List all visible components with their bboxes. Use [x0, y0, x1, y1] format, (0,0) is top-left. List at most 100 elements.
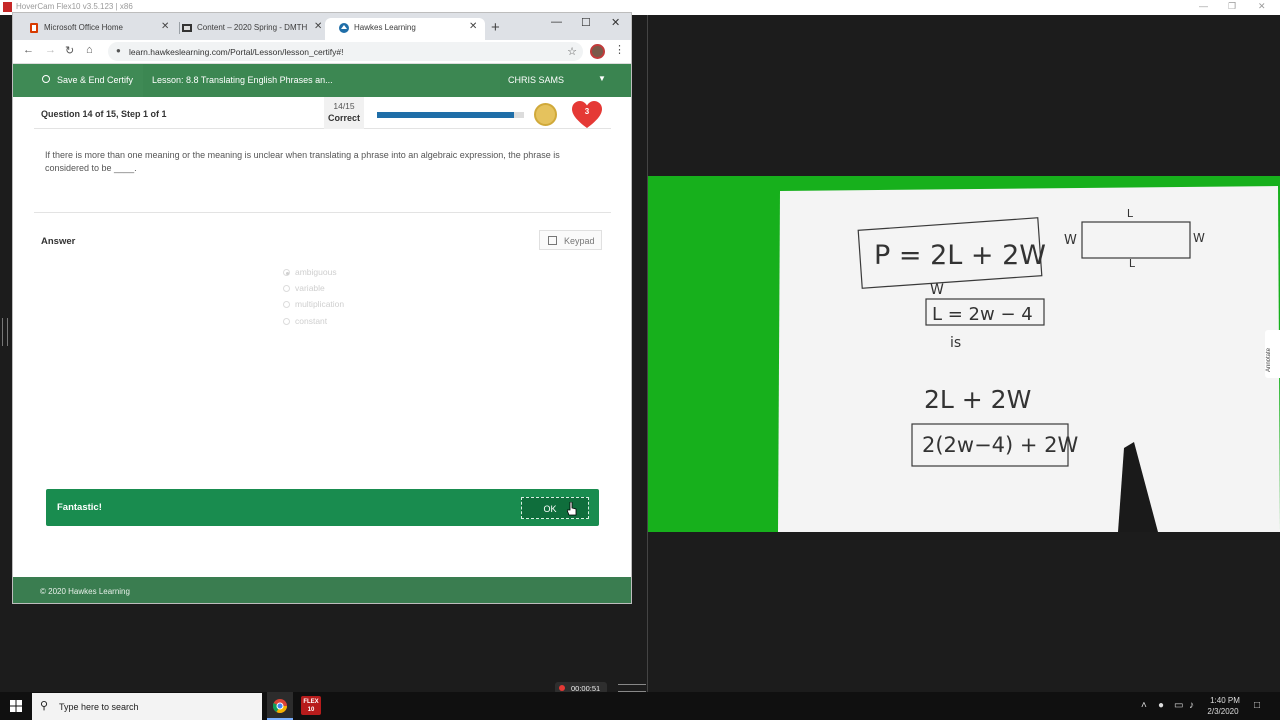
url-field[interactable]: ● learn.hawkeslearning.com/Portal/Lesson…: [108, 42, 583, 61]
address-bar: ← → ↻ ⌂ ● learn.hawkeslearning.com/Porta…: [13, 40, 631, 64]
option-label: ambiguous: [295, 267, 337, 277]
left-resize-handle[interactable]: [2, 318, 8, 346]
handwritten-notes: P = 2L + 2W L L W W W L = 2w − 4 is 2L +…: [778, 186, 1280, 532]
microphone-icon[interactable]: ●: [1158, 700, 1164, 711]
forward-icon[interactable]: →: [45, 44, 56, 56]
question-status-bar: Question 14 of 15, Step 1 of 1 14/15 Cor…: [34, 97, 611, 129]
score-fraction: 14/15: [333, 101, 355, 111]
browser-menu-icon[interactable]: ⋮: [614, 43, 625, 56]
lock-icon: ●: [116, 46, 121, 55]
keypad-icon: [548, 236, 557, 245]
ok-button[interactable]: OK: [521, 497, 589, 519]
progress-fill: [377, 112, 515, 118]
hovercam-minimize-icon[interactable]: —: [1199, 1, 1208, 11]
radio-button[interactable]: [283, 301, 290, 308]
rect-right-label: W: [1193, 231, 1205, 245]
record-dot-icon: [559, 685, 565, 691]
tab-content-spring[interactable]: Content – 2020 Spring - DMTH ✕: [168, 18, 328, 40]
user-menu[interactable]: CHRIS SAMS ▼: [500, 64, 631, 97]
progress-bar: [377, 112, 524, 118]
home-icon[interactable]: ⌂: [86, 44, 93, 56]
hovercam-restore-icon[interactable]: ❐: [1228, 1, 1236, 12]
tab-label: Microsoft Office Home: [44, 23, 123, 32]
profile-avatar[interactable]: [590, 44, 605, 59]
tab-office-home[interactable]: Microsoft Office Home ✕: [15, 18, 175, 40]
hawkes-icon: [339, 23, 349, 33]
close-tab-icon[interactable]: ✕: [469, 21, 477, 32]
save-end-label: Save & End Certify: [57, 75, 134, 85]
divider: [34, 212, 611, 213]
formula-text: P = 2L + 2W: [874, 240, 1046, 271]
chrome-icon: [273, 699, 287, 713]
taskbar-chrome-button[interactable]: [267, 692, 293, 720]
volume-icon[interactable]: ♪: [1189, 700, 1194, 711]
bookmark-star-icon[interactable]: ☆: [567, 45, 577, 58]
maximize-icon[interactable]: ☐: [581, 16, 591, 29]
clock-date[interactable]: 2/3/2020: [1203, 707, 1243, 716]
score-label: Correct: [327, 113, 360, 123]
lesson-title: Lesson: 8.8 Translating English Phrases …: [152, 75, 333, 85]
hovercam-close-icon[interactable]: ✕: [1258, 1, 1266, 12]
back-icon[interactable]: ←: [23, 44, 34, 56]
search-placeholder: Type here to search: [59, 702, 139, 712]
new-tab-icon[interactable]: +: [491, 19, 500, 36]
feedback-banner: Fantastic! OK: [46, 489, 599, 526]
save-icon: [42, 75, 50, 83]
keypad-label: Keypad: [564, 236, 595, 246]
rect-bottom-label: L: [1129, 257, 1136, 270]
search-icon: ⚲: [40, 700, 49, 712]
windows-start-icon[interactable]: [10, 700, 22, 712]
office-icon: [30, 23, 38, 33]
footer-copyright: © 2020 Hawkes Learning: [40, 587, 130, 596]
answer-label: Answer: [41, 236, 76, 247]
network-icon[interactable]: ▭: [1174, 700, 1183, 711]
user-name: CHRIS SAMS: [508, 75, 565, 85]
close-window-icon[interactable]: ✕: [611, 16, 620, 29]
browser-window: Microsoft Office Home ✕ Content – 2020 S…: [12, 12, 632, 604]
option-label: constant: [295, 316, 328, 326]
feedback-text: Fantastic!: [57, 502, 102, 513]
question-number: Question 14 of 15, Step 1 of 1: [41, 109, 167, 119]
tab-label: Content – 2020 Spring - DMTH: [197, 23, 307, 32]
hovercam-logo-icon: [3, 2, 12, 12]
url-text: learn.hawkeslearning.com/Portal/Lesson/l…: [129, 47, 344, 57]
expression-text: 2L + 2W: [924, 385, 1031, 414]
tab-label: Hawkes Learning: [354, 23, 416, 32]
heart-icon: 3: [572, 101, 602, 128]
rect-left-label: W: [1064, 233, 1077, 248]
d2l-icon: [182, 24, 192, 32]
save-end-certify-button[interactable]: Save & End Certify: [13, 64, 143, 97]
hand-cursor-icon: [567, 502, 577, 516]
minimize-icon[interactable]: —: [551, 16, 562, 28]
keypad-button[interactable]: Keypad: [539, 230, 602, 250]
annotate-label: Annotate: [1266, 347, 1272, 372]
hovercam-title: HoverCam Flex10 v3.5.123 | x86: [16, 2, 133, 11]
lives-count: 3: [585, 107, 590, 116]
is-label: is: [950, 335, 961, 351]
option-label: multiplication: [295, 299, 345, 309]
page-footer: © 2020 Hawkes Learning: [13, 577, 631, 603]
rect-top-label: L: [1127, 207, 1134, 220]
tab-strip: Microsoft Office Home ✕ Content – 2020 S…: [13, 13, 631, 40]
taskbar-flex-button[interactable]: FLEX 10: [301, 696, 321, 715]
notifications-icon[interactable]: □: [1254, 700, 1260, 711]
reload-icon[interactable]: ↻: [65, 44, 74, 57]
close-tab-icon[interactable]: ✕: [314, 21, 322, 32]
caret-down-icon: ▼: [598, 74, 606, 83]
tray-chevron-icon[interactable]: ˄: [1141, 700, 1147, 711]
option-label: variable: [295, 283, 325, 293]
question-text: If there is more than one meaning or the…: [45, 150, 560, 173]
radio-button[interactable]: [283, 285, 290, 292]
substituted-expression-text: 2(2w−4) + 2W: [922, 433, 1079, 457]
coin-icon: [534, 103, 557, 126]
radio-button-selected[interactable]: [283, 269, 290, 276]
clock-time[interactable]: 1:40 PM: [1207, 696, 1243, 705]
taskbar-search-field[interactable]: ⚲ Type here to search: [32, 693, 262, 720]
lesson-header: Save & End Certify Lesson: 8.8 Translati…: [13, 64, 631, 97]
radio-button[interactable]: [283, 318, 290, 325]
w-label: W: [930, 282, 944, 298]
relation-text: L = 2w − 4: [932, 304, 1033, 325]
recording-menu-icon[interactable]: [618, 684, 646, 692]
windows-taskbar: ⚲ Type here to search FLEX 10 ˄ ● ▭ ♪ 1:4…: [0, 692, 1280, 720]
tab-hawkes-learning[interactable]: Hawkes Learning ✕: [325, 18, 485, 40]
